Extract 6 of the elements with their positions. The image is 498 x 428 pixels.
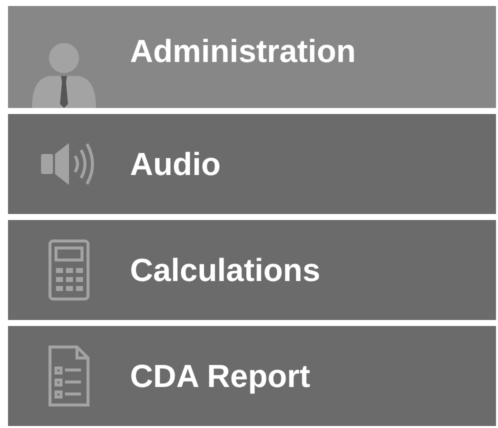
document-icon: [47, 344, 91, 408]
menu-item[interactable]: Audio: [8, 114, 496, 214]
menu-item[interactable]: Calculations: [8, 220, 496, 320]
menu-item[interactable]: Administration: [8, 6, 496, 108]
menu-item[interactable]: CDA Report: [8, 326, 496, 426]
calculator-icon: [47, 238, 91, 302]
